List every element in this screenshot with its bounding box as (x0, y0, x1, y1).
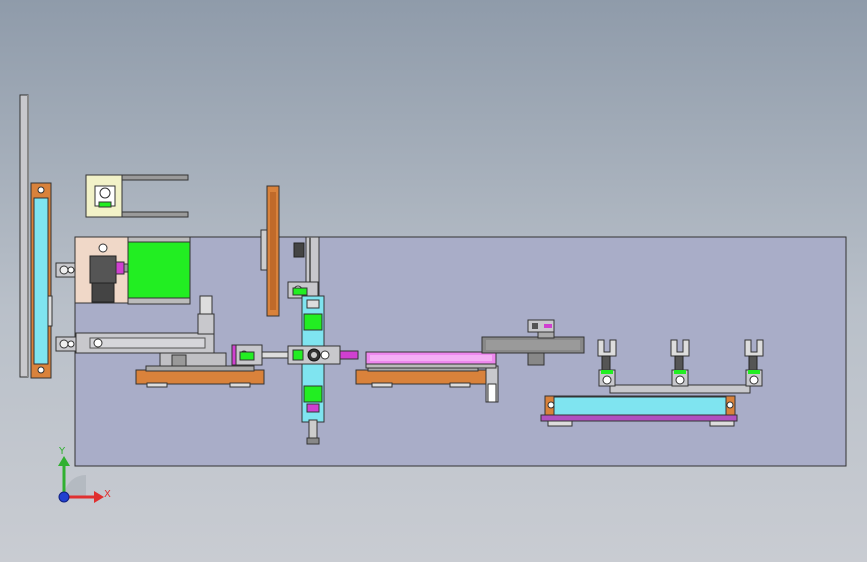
post (293, 242, 305, 258)
cad-assembly-drawing: Y X (19, 94, 847, 503)
cad-viewport[interactable]: Y X (0, 0, 867, 562)
pink-rail (365, 351, 497, 369)
x-axis-label: X (104, 489, 111, 500)
left-bracket-lower (55, 336, 77, 352)
z-axis-dot (58, 491, 70, 503)
top-gripper (85, 174, 189, 218)
left-frame (19, 94, 53, 379)
motor-module (74, 236, 191, 305)
left-bracket-upper (55, 262, 77, 278)
y-axis-label: Y (58, 446, 66, 457)
